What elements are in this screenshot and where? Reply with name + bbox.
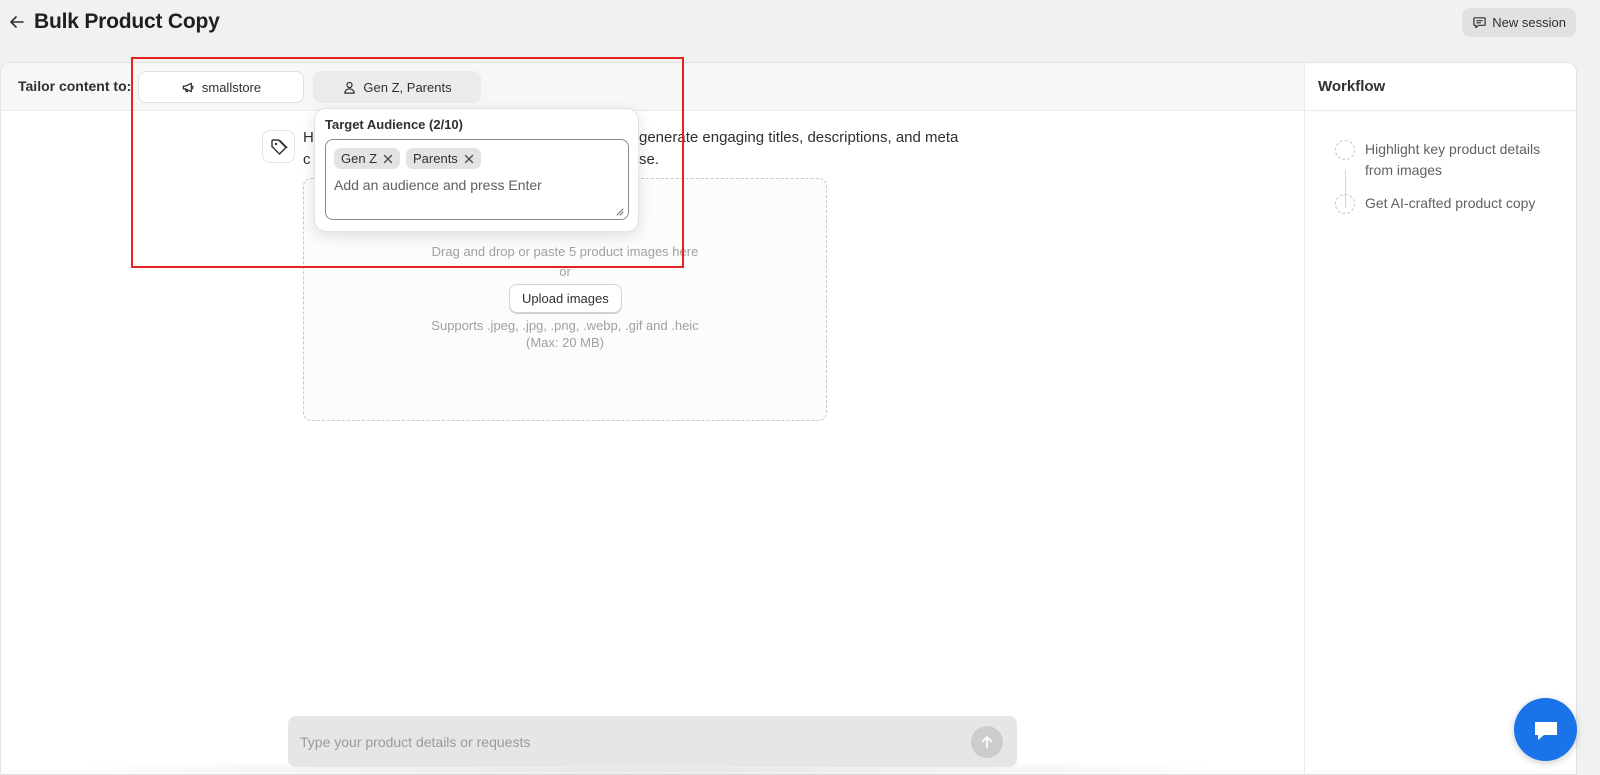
workflow-sidebar: Workflow Highlight key product details f… [1304,63,1576,774]
main-panel: Tailor content to: smallstore Gen Z, Par… [0,62,1577,775]
arrow-up-icon [981,736,993,748]
audience-tag-label: Parents [413,151,458,166]
arrow-left-icon[interactable] [6,11,28,33]
page-title: Bulk Product Copy [34,10,220,33]
chat-bubble-icon [1534,721,1557,740]
message-composer [288,716,1017,767]
support-chat-button[interactable] [1514,698,1577,761]
dropzone-support: Supports .jpeg, .jpg, .png, .webp, .gif … [304,317,826,351]
top-bar: Bulk Product Copy New session [0,0,1600,46]
send-button[interactable] [971,726,1003,758]
dropzone-or-text: or [559,264,571,279]
supported-formats-text: Supports .jpeg, .jpg, .png, .webp, .gif … [431,318,699,333]
max-size-text: (Max: 20 MB) [525,335,604,350]
target-audience-popover: Target Audience (2/10) Gen Z Parents [314,108,639,232]
person-icon [344,81,356,94]
step-status-icon [1335,140,1355,160]
popover-title: Target Audience (2/10) [325,117,463,132]
intro-line1-end: generate engaging titles, descriptions, … [639,129,959,146]
dropzone-hint: Drag and drop or paste 5 product images … [304,242,826,282]
message-input[interactable] [300,731,940,753]
intro-line2-end: se. [639,151,660,168]
resize-handle-icon[interactable] [614,206,624,216]
dropzone-hint-text: Drag and drop or paste 5 product images … [431,244,699,259]
audience-tag: Parents [406,148,481,169]
workflow-step-label: Get AI-crafted product copy [1365,195,1536,211]
audience-selector-button[interactable]: Gen Z, Parents [313,71,481,103]
workflow-title: Workflow [1305,63,1576,111]
audience-input[interactable] [334,175,614,195]
new-session-label: New session [1492,15,1566,30]
store-selector-button[interactable]: smallstore [138,71,304,103]
bot-avatar [262,130,295,163]
tailor-label: Tailor content to: [18,78,132,94]
store-chip-label: smallstore [201,79,262,95]
chat-icon [1473,17,1487,29]
audience-tag-label: Gen Z [341,151,378,166]
audience-tag-field[interactable]: Gen Z Parents [325,139,629,220]
workflow-step-label: Highlight key product details from image… [1365,141,1541,178]
megaphone-icon [182,82,194,92]
workflow-step: Highlight key product details from image… [1335,139,1555,181]
intro-line1-start: H [303,129,314,146]
audience-chip-label: Gen Z, Parents [363,79,452,95]
close-icon[interactable] [461,151,477,167]
intro-line2-start: c [303,151,311,168]
close-icon[interactable] [380,151,396,167]
tag-icon [270,138,288,155]
upload-images-button[interactable]: Upload images [509,284,622,313]
workflow-step: Get AI-crafted product copy [1335,193,1535,214]
tailor-bar: Tailor content to: smallstore Gen Z, Par… [1,63,1304,111]
audience-tag: Gen Z [334,148,401,169]
new-session-button[interactable]: New session [1462,8,1576,37]
step-status-icon [1335,194,1355,214]
